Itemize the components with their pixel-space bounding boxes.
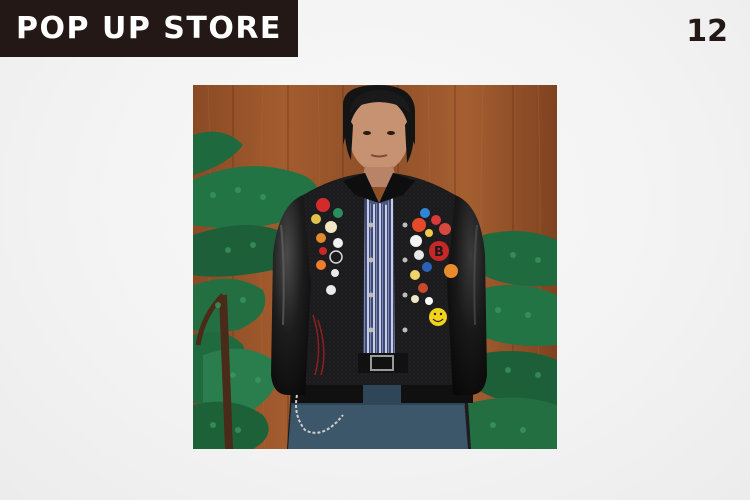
product-photo: B	[193, 85, 557, 449]
b-pin-text: B	[434, 245, 444, 260]
pop-up-store-badge: POP UP STORE	[0, 0, 298, 57]
badge-label: POP UP STORE	[16, 11, 282, 46]
page-number: 12	[686, 14, 728, 49]
